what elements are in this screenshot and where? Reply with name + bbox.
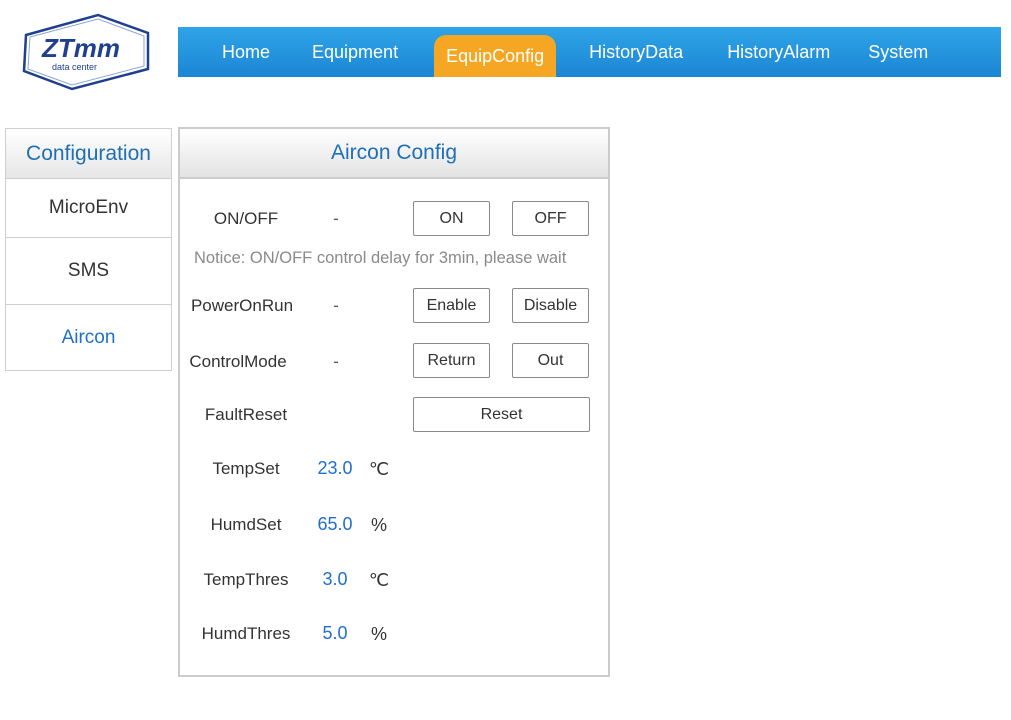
onoff-label: ON/OFF bbox=[213, 209, 279, 228]
tempset-value: 23.0 bbox=[317, 458, 353, 478]
sidebar-item-sms[interactable]: SMS bbox=[6, 238, 171, 305]
sidebar-item-microenv[interactable]: MicroEnv bbox=[6, 179, 171, 238]
controlmode-label: ControlMode bbox=[189, 352, 287, 371]
return-button[interactable]: Return bbox=[413, 343, 490, 378]
reset-button[interactable]: Reset bbox=[413, 397, 590, 432]
nav-system[interactable]: System bbox=[852, 27, 950, 77]
nav-historydata[interactable]: HistoryData bbox=[556, 27, 705, 77]
logo-subtitle: data center bbox=[52, 62, 97, 72]
nav-equipment[interactable]: Equipment bbox=[292, 27, 434, 77]
aircon-config-panel: Aircon Config ON/OFF - ON OFF Notice: ON… bbox=[178, 127, 610, 677]
on-button[interactable]: ON bbox=[413, 201, 490, 236]
enable-button[interactable]: Enable bbox=[413, 288, 490, 323]
humdset-label: HumdSet bbox=[210, 515, 282, 534]
main-nav: Home Equipment EquipConfig HistoryData H… bbox=[178, 27, 1001, 77]
humdset-unit: % bbox=[370, 515, 388, 535]
tempset-label: TempSet bbox=[212, 459, 280, 478]
poweronrun-status: - bbox=[333, 296, 339, 315]
nav-equipconfig[interactable]: EquipConfig bbox=[434, 35, 557, 77]
onoff-notice: Notice: ON/OFF control delay for 3min, p… bbox=[194, 249, 567, 267]
nav-historyalarm[interactable]: HistoryAlarm bbox=[705, 27, 852, 77]
tempthres-value: 3.0 bbox=[322, 569, 348, 589]
sidebar-title: Configuration bbox=[6, 129, 171, 179]
humdthres-label: HumdThres bbox=[201, 624, 291, 643]
humdthres-value: 5.0 bbox=[322, 623, 348, 643]
controlmode-status: - bbox=[333, 352, 339, 371]
out-button[interactable]: Out bbox=[512, 343, 589, 378]
tempset-unit: ℃ bbox=[368, 459, 390, 479]
logo-brand: ZTmm bbox=[41, 33, 120, 63]
onoff-status: - bbox=[333, 209, 339, 228]
humdset-value: 65.0 bbox=[317, 514, 353, 534]
sidebar-item-aircon[interactable]: Aircon bbox=[6, 305, 171, 370]
poweronrun-label: PowerOnRun bbox=[190, 296, 294, 315]
disable-button[interactable]: Disable bbox=[512, 288, 589, 323]
config-sidebar: Configuration MicroEnv SMS Aircon bbox=[5, 128, 172, 371]
nav-home[interactable]: Home bbox=[200, 27, 292, 77]
ztmm-logo: ZTmm data center bbox=[20, 13, 150, 91]
tempthres-unit: ℃ bbox=[368, 570, 390, 590]
humdthres-unit: % bbox=[370, 624, 388, 644]
faultreset-label: FaultReset bbox=[204, 405, 288, 424]
panel-title: Aircon Config bbox=[180, 129, 608, 179]
off-button[interactable]: OFF bbox=[512, 201, 589, 236]
tempthres-label: TempThres bbox=[203, 570, 289, 589]
